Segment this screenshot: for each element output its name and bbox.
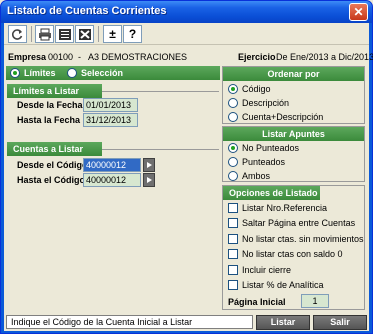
opcion-nro-referencia-label: Listar Nro.Referencia <box>242 203 328 213</box>
title-bar: Listado de Cuentas Corrientes ✕ <box>1 1 372 23</box>
empresa-separator: - <box>78 52 81 62</box>
client-area: ± ? Empresa 00100 - A3 DEMOSTRACIONES Ej… <box>4 23 373 331</box>
ejercicio-label: Ejercicio <box>238 52 276 62</box>
refresh-icon <box>11 28 23 40</box>
limites-title: Límites a Listar <box>7 84 102 98</box>
opcion-sin-movimientos-label: No listar ctas. sin movimientos <box>242 234 364 244</box>
apuntes-title: Listar Apuntes <box>223 127 364 141</box>
preview-icon <box>58 28 71 40</box>
divider <box>102 91 219 92</box>
apuntes-ambos-label: Ambos <box>242 171 271 181</box>
opcion-saldo-cero-label: No listar ctas con saldo 0 <box>242 249 343 259</box>
apuntes-no-punteados-radio[interactable] <box>228 143 238 153</box>
ordenar-descripcion-radio[interactable] <box>228 98 238 108</box>
seleccion-radio[interactable] <box>67 68 77 78</box>
hasta-codigo-field[interactable]: 40000012 <box>83 173 141 187</box>
toolbar: ± ? <box>4 23 369 45</box>
toolbar-separator <box>98 26 99 42</box>
ordenar-descripcion-label: Descripción <box>242 98 290 108</box>
limites-label: Límites <box>24 68 56 78</box>
toolbar-separator <box>31 26 32 42</box>
limites-radio[interactable] <box>10 68 20 78</box>
empresa-code: 00100 <box>48 52 74 62</box>
salir-button[interactable]: Salir <box>313 315 367 330</box>
ordenar-title: Ordenar por <box>223 67 364 81</box>
excel-icon <box>78 28 91 40</box>
opcion-sin-movimientos-checkbox[interactable] <box>228 234 238 244</box>
ejercicio-value: De Ene/2013 a Dic/2013 <box>276 52 373 62</box>
status-bar: Indique el Código de la Cuenta Inicial a… <box>6 315 253 329</box>
refresh-button[interactable] <box>8 25 27 43</box>
opcion-nro-referencia-checkbox[interactable] <box>228 203 238 213</box>
window-title: Listado de Cuentas Corrientes <box>7 5 167 17</box>
pagina-inicial-label: Página Inicial <box>228 297 286 307</box>
opcion-saldo-cero-checkbox[interactable] <box>228 249 238 259</box>
preview-button[interactable] <box>55 25 74 43</box>
cuentas-title: Cuentas a Listar <box>7 142 102 156</box>
opcion-incluir-cierre-label: Incluir cierre <box>242 265 292 275</box>
opciones-title: Opciones de Listado <box>223 186 320 200</box>
opcion-saltar-pagina-checkbox[interactable] <box>228 218 238 228</box>
pagina-inicial-field[interactable]: 1 <box>301 294 329 308</box>
hasta-fecha-field[interactable]: 31/12/2013 <box>83 113 138 127</box>
plus-minus-icon: ± <box>109 27 116 41</box>
empresa-label: Empresa <box>8 52 47 62</box>
close-button[interactable]: ✕ <box>349 3 368 21</box>
desde-codigo-lookup-button[interactable] <box>143 158 155 172</box>
help-button[interactable]: ? <box>123 25 142 43</box>
seleccion-label: Selección <box>81 68 124 78</box>
divider <box>102 149 219 150</box>
window: Listado de Cuentas Corrientes ✕ ± ? Empr… <box>0 0 373 334</box>
mode-bar: Límites Selección <box>6 66 220 80</box>
plus-minus-button[interactable]: ± <box>103 25 122 43</box>
ordenar-codigo-radio[interactable] <box>228 84 238 94</box>
hasta-codigo-lookup-button[interactable] <box>143 173 155 187</box>
help-icon: ? <box>128 27 137 41</box>
excel-button[interactable] <box>75 25 94 43</box>
opcion-analitica-label: Listar % de Analítica <box>242 280 324 290</box>
ordenar-cuenta-descripcion-label: Cuenta+Descripción <box>242 112 324 122</box>
listar-button[interactable]: Listar <box>256 315 310 330</box>
apuntes-ambos-radio[interactable] <box>228 171 238 181</box>
desde-codigo-field[interactable]: 40000012 <box>83 158 141 172</box>
apuntes-no-punteados-label: No Punteados <box>242 143 300 153</box>
ordenar-codigo-label: Código <box>242 84 271 94</box>
hasta-codigo-label: Hasta el Código <box>17 175 86 185</box>
print-button[interactable] <box>35 25 54 43</box>
empresa-name: A3 DEMOSTRACIONES <box>88 52 188 62</box>
desde-fecha-field[interactable]: 01/01/2013 <box>83 98 138 112</box>
opcion-analitica-checkbox[interactable] <box>228 280 238 290</box>
print-icon <box>38 28 51 40</box>
opcion-saltar-pagina-label: Saltar Página entre Cuentas <box>242 218 356 228</box>
desde-fecha-label: Desde la Fecha <box>17 100 83 110</box>
opcion-incluir-cierre-checkbox[interactable] <box>228 265 238 275</box>
ordenar-cuenta-descripcion-radio[interactable] <box>228 112 238 122</box>
apuntes-punteados-radio[interactable] <box>228 157 238 167</box>
apuntes-punteados-label: Punteados <box>242 157 286 167</box>
hasta-fecha-label: Hasta la Fecha <box>17 115 81 125</box>
desde-codigo-label: Desde el Código <box>17 160 88 170</box>
